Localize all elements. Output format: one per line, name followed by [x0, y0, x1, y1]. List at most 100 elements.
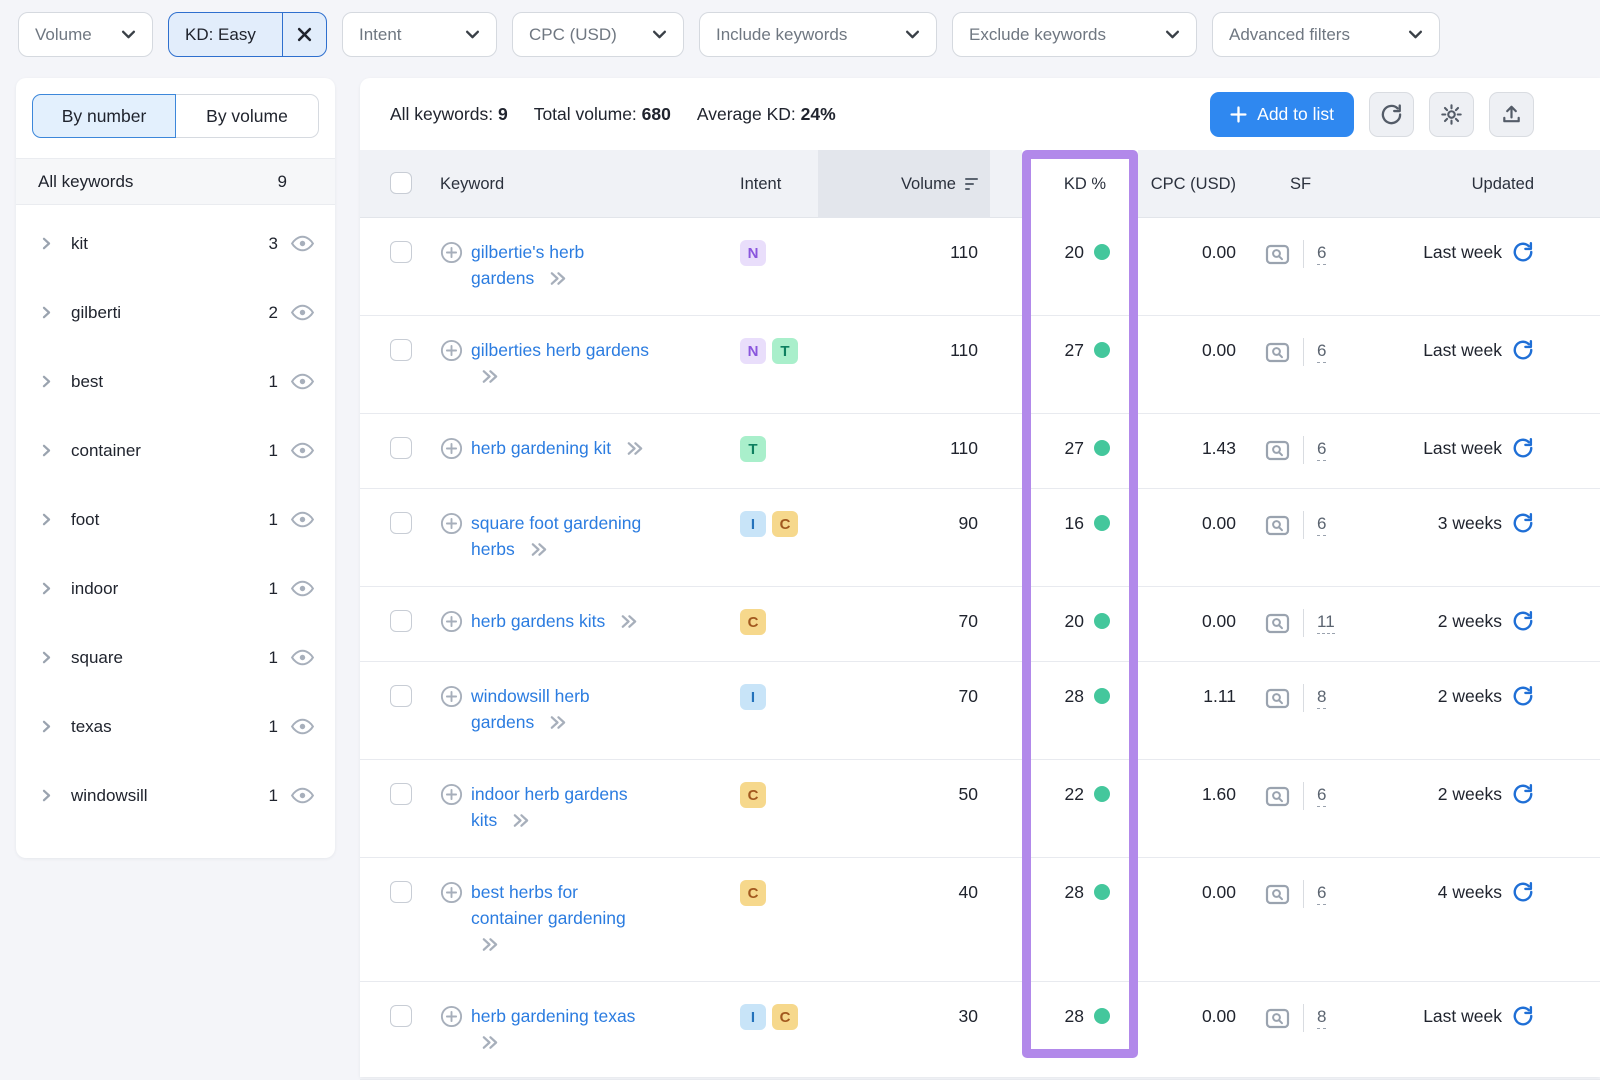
column-volume-sorted[interactable]: Volume	[818, 150, 990, 218]
add-keyword-icon[interactable]	[440, 241, 463, 264]
add-to-list-button[interactable]: Add to list	[1210, 92, 1354, 137]
column-kd[interactable]: KD %	[990, 175, 1138, 194]
refresh-metrics-icon[interactable]	[1512, 881, 1534, 903]
expand-keyword-icon[interactable]	[619, 613, 638, 630]
chevron-right-icon[interactable]	[38, 442, 55, 459]
serp-preview-icon[interactable]	[1265, 1008, 1290, 1029]
row-checkbox[interactable]	[390, 685, 412, 707]
filter-cpc[interactable]: CPC (USD)	[512, 12, 684, 57]
add-keyword-icon[interactable]	[440, 512, 463, 535]
refresh-metrics-icon[interactable]	[1512, 512, 1534, 534]
chevron-right-icon[interactable]	[38, 718, 55, 735]
column-intent[interactable]: Intent	[730, 175, 818, 194]
expand-keyword-icon[interactable]	[625, 440, 644, 457]
sf-count-link[interactable]: 6	[1317, 341, 1326, 363]
add-keyword-icon[interactable]	[440, 610, 463, 633]
table-settings-button[interactable]	[1429, 92, 1474, 137]
row-checkbox[interactable]	[390, 881, 412, 903]
add-keyword-icon[interactable]	[440, 1005, 463, 1028]
eye-icon[interactable]	[290, 438, 315, 463]
sidebar-group-best[interactable]: best1	[16, 347, 335, 416]
refresh-metrics-icon[interactable]	[1512, 339, 1534, 361]
eye-icon[interactable]	[290, 231, 315, 256]
eye-icon[interactable]	[290, 714, 315, 739]
filter-advanced[interactable]: Advanced filters	[1212, 12, 1440, 57]
export-button[interactable]	[1489, 92, 1534, 137]
row-checkbox[interactable]	[390, 1005, 412, 1027]
tab-by-volume[interactable]: By volume	[176, 94, 319, 138]
serp-preview-icon[interactable]	[1265, 688, 1290, 709]
eye-icon[interactable]	[290, 645, 315, 670]
serp-preview-icon[interactable]	[1265, 244, 1290, 265]
expand-keyword-icon[interactable]	[480, 936, 499, 953]
eye-icon[interactable]	[290, 507, 315, 532]
sf-count-link[interactable]: 11	[1317, 612, 1335, 634]
filter-exclude-keywords[interactable]: Exclude keywords	[952, 12, 1197, 57]
filter-volume[interactable]: Volume	[18, 12, 153, 57]
serp-preview-icon[interactable]	[1265, 613, 1290, 634]
sidebar-group-container[interactable]: container1	[16, 416, 335, 485]
sidebar-group-indoor[interactable]: indoor1	[16, 554, 335, 623]
refresh-metrics-icon[interactable]	[1512, 685, 1534, 707]
keyword-link[interactable]: herb gardening texas	[471, 1006, 635, 1026]
sidebar-group-kit[interactable]: kit3	[16, 209, 335, 278]
refresh-metrics-icon[interactable]	[1512, 783, 1534, 805]
filter-include-keywords[interactable]: Include keywords	[699, 12, 937, 57]
refresh-metrics-icon[interactable]	[1512, 1005, 1534, 1027]
chevron-right-icon[interactable]	[38, 511, 55, 528]
all-keywords-row[interactable]: All keywords 9	[16, 158, 335, 205]
sidebar-group-foot[interactable]: foot1	[16, 485, 335, 554]
keyword-link[interactable]: windowsill herb gardens	[471, 686, 590, 732]
chevron-right-icon[interactable]	[38, 235, 55, 252]
add-keyword-icon[interactable]	[440, 339, 463, 362]
eye-icon[interactable]	[290, 300, 315, 325]
sidebar-group-gilberti[interactable]: gilberti2	[16, 278, 335, 347]
add-keyword-icon[interactable]	[440, 685, 463, 708]
chevron-right-icon[interactable]	[38, 649, 55, 666]
filter-intent[interactable]: Intent	[342, 12, 497, 57]
sf-count-link[interactable]: 8	[1317, 687, 1326, 709]
row-checkbox[interactable]	[390, 610, 412, 632]
column-sf[interactable]: SF	[1242, 175, 1372, 194]
row-checkbox[interactable]	[390, 339, 412, 361]
refresh-metrics-icon[interactable]	[1512, 610, 1534, 632]
sf-count-link[interactable]: 6	[1317, 883, 1326, 905]
column-updated[interactable]: Updated	[1372, 175, 1600, 194]
keyword-link[interactable]: herb gardening kit	[471, 438, 611, 458]
keyword-link[interactable]: gilbertie's herb gardens	[471, 242, 584, 288]
serp-preview-icon[interactable]	[1265, 786, 1290, 807]
select-all-checkbox[interactable]	[390, 172, 412, 194]
sf-count-link[interactable]: 6	[1317, 514, 1326, 536]
row-checkbox[interactable]	[390, 437, 412, 459]
filter-kd-active[interactable]: KD: Easy	[168, 12, 327, 57]
tab-by-number[interactable]: By number	[32, 94, 176, 138]
add-keyword-icon[interactable]	[440, 783, 463, 806]
add-keyword-icon[interactable]	[440, 437, 463, 460]
chevron-right-icon[interactable]	[38, 787, 55, 804]
expand-keyword-icon[interactable]	[529, 541, 548, 558]
expand-keyword-icon[interactable]	[511, 812, 530, 829]
keyword-link[interactable]: indoor herb gardens kits	[471, 784, 628, 830]
keyword-link[interactable]: square foot gardening herbs	[471, 513, 641, 559]
keyword-link[interactable]: gilberties herb gardens	[471, 340, 649, 360]
sidebar-group-windowsill[interactable]: windowsill1	[16, 761, 335, 830]
chevron-right-icon[interactable]	[38, 373, 55, 390]
chevron-right-icon[interactable]	[38, 580, 55, 597]
column-keyword[interactable]: Keyword	[440, 175, 730, 194]
eye-icon[interactable]	[290, 576, 315, 601]
sf-count-link[interactable]: 8	[1317, 1007, 1326, 1029]
sf-count-link[interactable]: 6	[1317, 439, 1326, 461]
sf-count-link[interactable]: 6	[1317, 243, 1326, 265]
keyword-link[interactable]: herb gardens kits	[471, 611, 605, 631]
refresh-metrics-icon[interactable]	[1512, 241, 1534, 263]
serp-preview-icon[interactable]	[1265, 342, 1290, 363]
keyword-link[interactable]: best herbs for container gardening	[471, 882, 626, 928]
chevron-right-icon[interactable]	[38, 304, 55, 321]
sidebar-group-square[interactable]: square1	[16, 623, 335, 692]
add-keyword-icon[interactable]	[440, 881, 463, 904]
refresh-metrics-icon[interactable]	[1512, 437, 1534, 459]
refresh-table-button[interactable]	[1369, 92, 1414, 137]
expand-keyword-icon[interactable]	[548, 270, 567, 287]
serp-preview-icon[interactable]	[1265, 440, 1290, 461]
serp-preview-icon[interactable]	[1265, 884, 1290, 905]
